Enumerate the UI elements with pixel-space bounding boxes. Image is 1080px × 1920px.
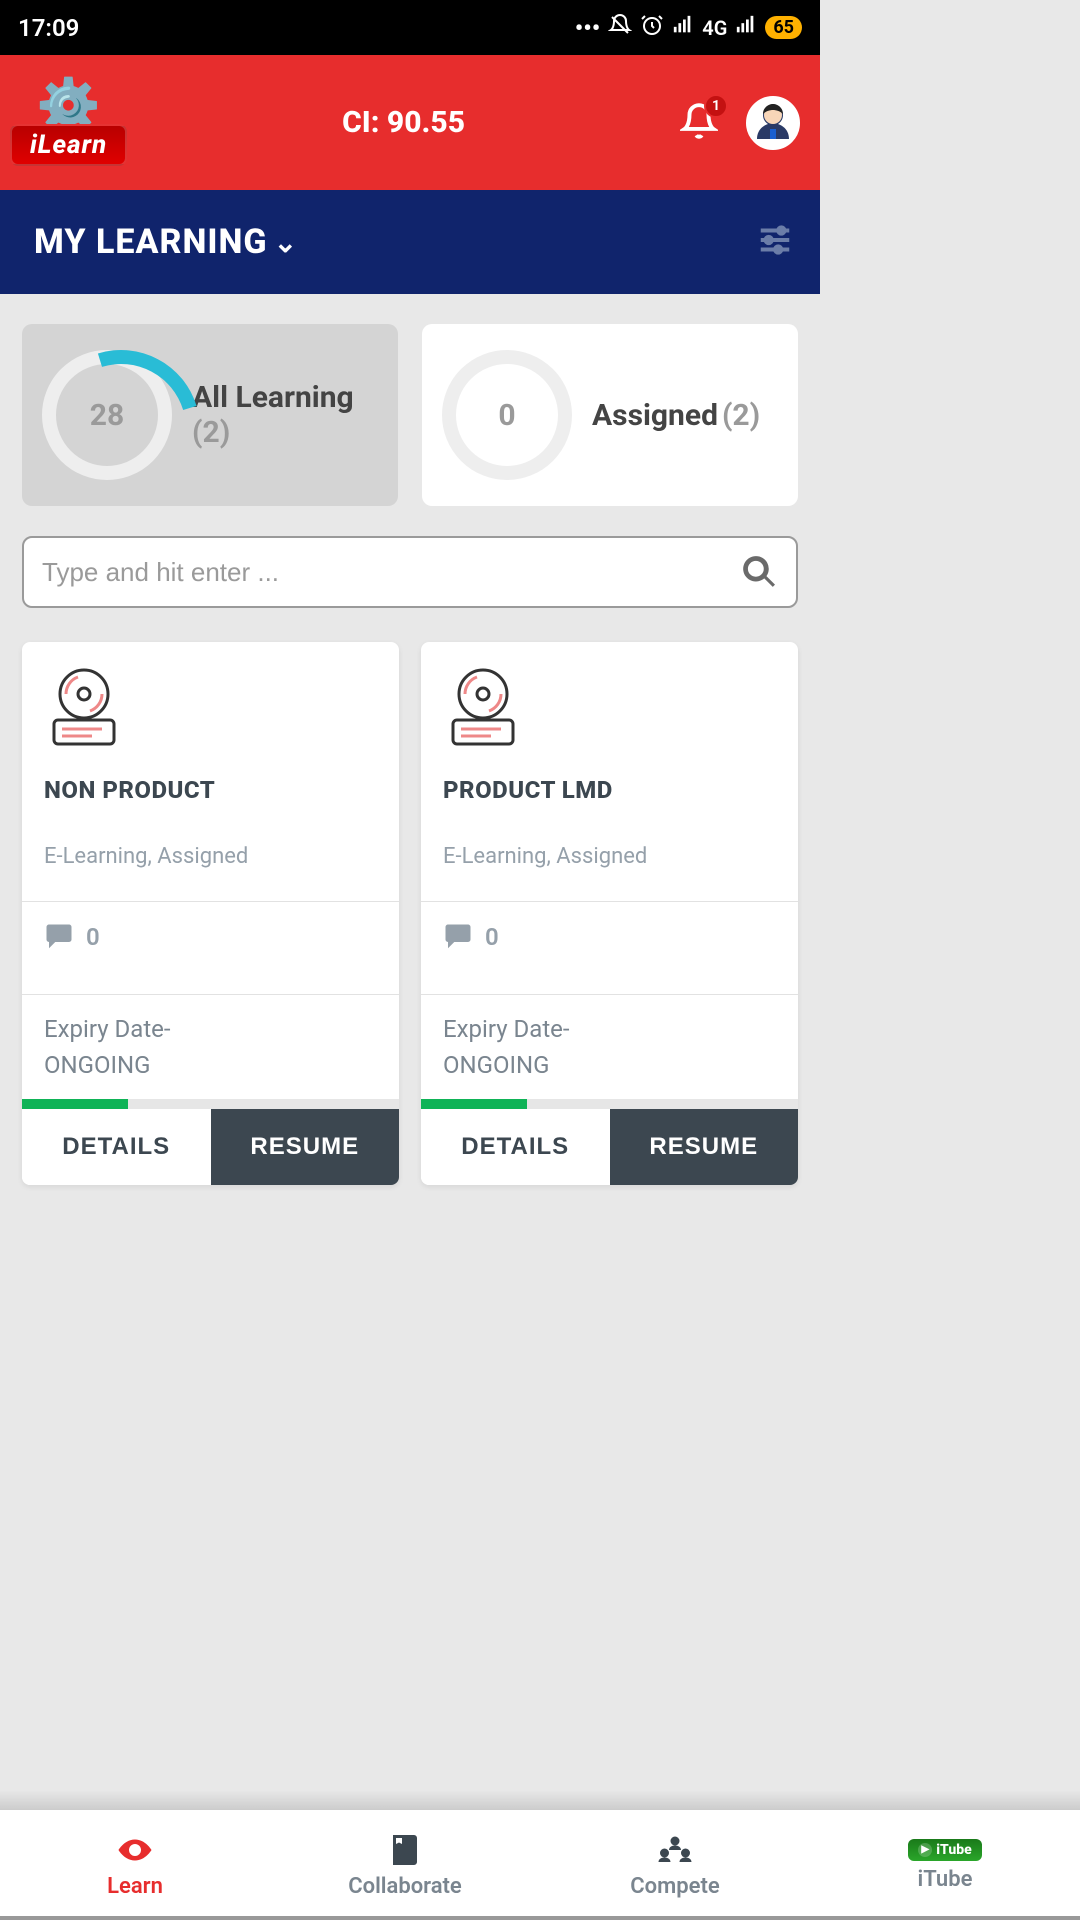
- nav-label: Learn: [107, 1874, 163, 1899]
- network-label: 4G: [702, 16, 727, 40]
- itube-pill-icon: iTube: [908, 1839, 981, 1861]
- nav-label: Collaborate: [348, 1874, 462, 1899]
- ring-value: 0: [442, 350, 572, 480]
- section-dropdown[interactable]: MY LEARNING ⌄: [34, 222, 298, 262]
- people-icon: [657, 1832, 693, 1868]
- search-bar[interactable]: [22, 536, 798, 608]
- nav-compete[interactable]: Compete: [540, 1810, 810, 1920]
- course-meta: E-Learning, Assigned: [44, 844, 377, 869]
- course-meta: E-Learning, Assigned: [443, 844, 776, 869]
- signal2-icon: [735, 14, 757, 42]
- nav-learn[interactable]: Learn: [0, 1810, 270, 1920]
- progress-bar: [421, 1099, 798, 1109]
- resume-button[interactable]: RESUME: [610, 1109, 799, 1185]
- nav-collaborate[interactable]: Collaborate: [270, 1810, 540, 1920]
- ring-value: 28: [42, 350, 172, 480]
- tab-count: (2): [722, 398, 760, 433]
- search-section: [0, 526, 820, 632]
- app-header: ⚙️ iLearn CI: 90.55 1: [0, 55, 820, 190]
- progress-ring: 28: [42, 350, 172, 480]
- comments-row[interactable]: 0: [22, 902, 399, 972]
- expiry-block: Expiry Date- ONGOING: [22, 995, 399, 1099]
- tab-label: All Learning: [192, 380, 354, 415]
- status-bar: 17:09 ••• 4G 65: [0, 0, 820, 55]
- progress-fill: [22, 1099, 128, 1109]
- details-button[interactable]: DETAILS: [22, 1109, 211, 1185]
- nav-itube[interactable]: iTube iTube: [810, 1810, 1080, 1920]
- progress-fill: [421, 1099, 527, 1109]
- nav-label: iTube: [918, 1867, 973, 1892]
- course-card: NON PRODUCT E-Learning, Assigned 0 Expir…: [22, 642, 399, 1185]
- more-icon: •••: [575, 14, 601, 42]
- section-title: MY LEARNING: [34, 222, 268, 262]
- bottom-shadow: [0, 1790, 1080, 1810]
- expiry-block: Expiry Date- ONGOING: [421, 995, 798, 1099]
- battery-indicator: 65: [765, 16, 802, 39]
- course-icon: [44, 664, 134, 754]
- resume-button[interactable]: RESUME: [211, 1109, 400, 1185]
- course-title: PRODUCT LMD: [443, 776, 776, 804]
- comment-icon: [44, 922, 74, 952]
- bottom-nav: Learn Collaborate Compete iTube iTube: [0, 1810, 1080, 1920]
- mute-icon: [608, 13, 632, 43]
- profile-avatar[interactable]: [746, 96, 800, 150]
- details-button[interactable]: DETAILS: [421, 1109, 610, 1185]
- expiry-status: ONGOING: [44, 1051, 377, 1079]
- expiry-label: Expiry Date-: [443, 1015, 776, 1043]
- section-nav: MY LEARNING ⌄: [0, 190, 820, 294]
- book-icon: [387, 1832, 423, 1868]
- course-card: PRODUCT LMD E-Learning, Assigned 0 Expir…: [421, 642, 798, 1185]
- comments-count: 0: [86, 923, 100, 951]
- app-logo[interactable]: ⚙️ iLearn: [10, 80, 127, 166]
- progress-bar: [22, 1099, 399, 1109]
- home-indicator: [0, 1916, 1080, 1920]
- nav-label: Compete: [630, 1874, 719, 1899]
- expiry-status: ONGOING: [443, 1051, 776, 1079]
- filter-button[interactable]: [756, 221, 794, 263]
- alarm-icon: [640, 13, 664, 43]
- search-input[interactable]: [42, 557, 740, 588]
- comment-icon: [443, 922, 473, 952]
- course-icon: [443, 664, 533, 754]
- tab-all-learning[interactable]: 28 All Learning (2): [22, 324, 398, 506]
- category-tabs: 28 All Learning (2) 0 Assigned (2): [0, 294, 820, 526]
- notifications-button[interactable]: 1: [680, 102, 718, 144]
- tab-label: Assigned: [592, 398, 718, 433]
- eye-icon: [117, 1832, 153, 1868]
- chevron-down-icon: ⌄: [274, 226, 298, 259]
- tab-assigned[interactable]: 0 Assigned (2): [422, 324, 798, 506]
- signal-icon: [672, 14, 694, 42]
- comments-row[interactable]: 0: [421, 902, 798, 972]
- ci-score: CI: 90.55: [342, 105, 465, 140]
- avatar-icon: [749, 99, 797, 147]
- expiry-label: Expiry Date-: [44, 1015, 377, 1043]
- progress-ring: 0: [442, 350, 572, 480]
- logo-text: iLearn: [10, 124, 127, 166]
- course-list: NON PRODUCT E-Learning, Assigned 0 Expir…: [0, 632, 820, 1205]
- course-title: NON PRODUCT: [44, 776, 377, 804]
- search-icon[interactable]: [740, 553, 778, 591]
- sliders-icon: [756, 221, 794, 259]
- clock: 17:09: [18, 14, 79, 42]
- comments-count: 0: [485, 923, 499, 951]
- notification-badge: 1: [704, 94, 728, 118]
